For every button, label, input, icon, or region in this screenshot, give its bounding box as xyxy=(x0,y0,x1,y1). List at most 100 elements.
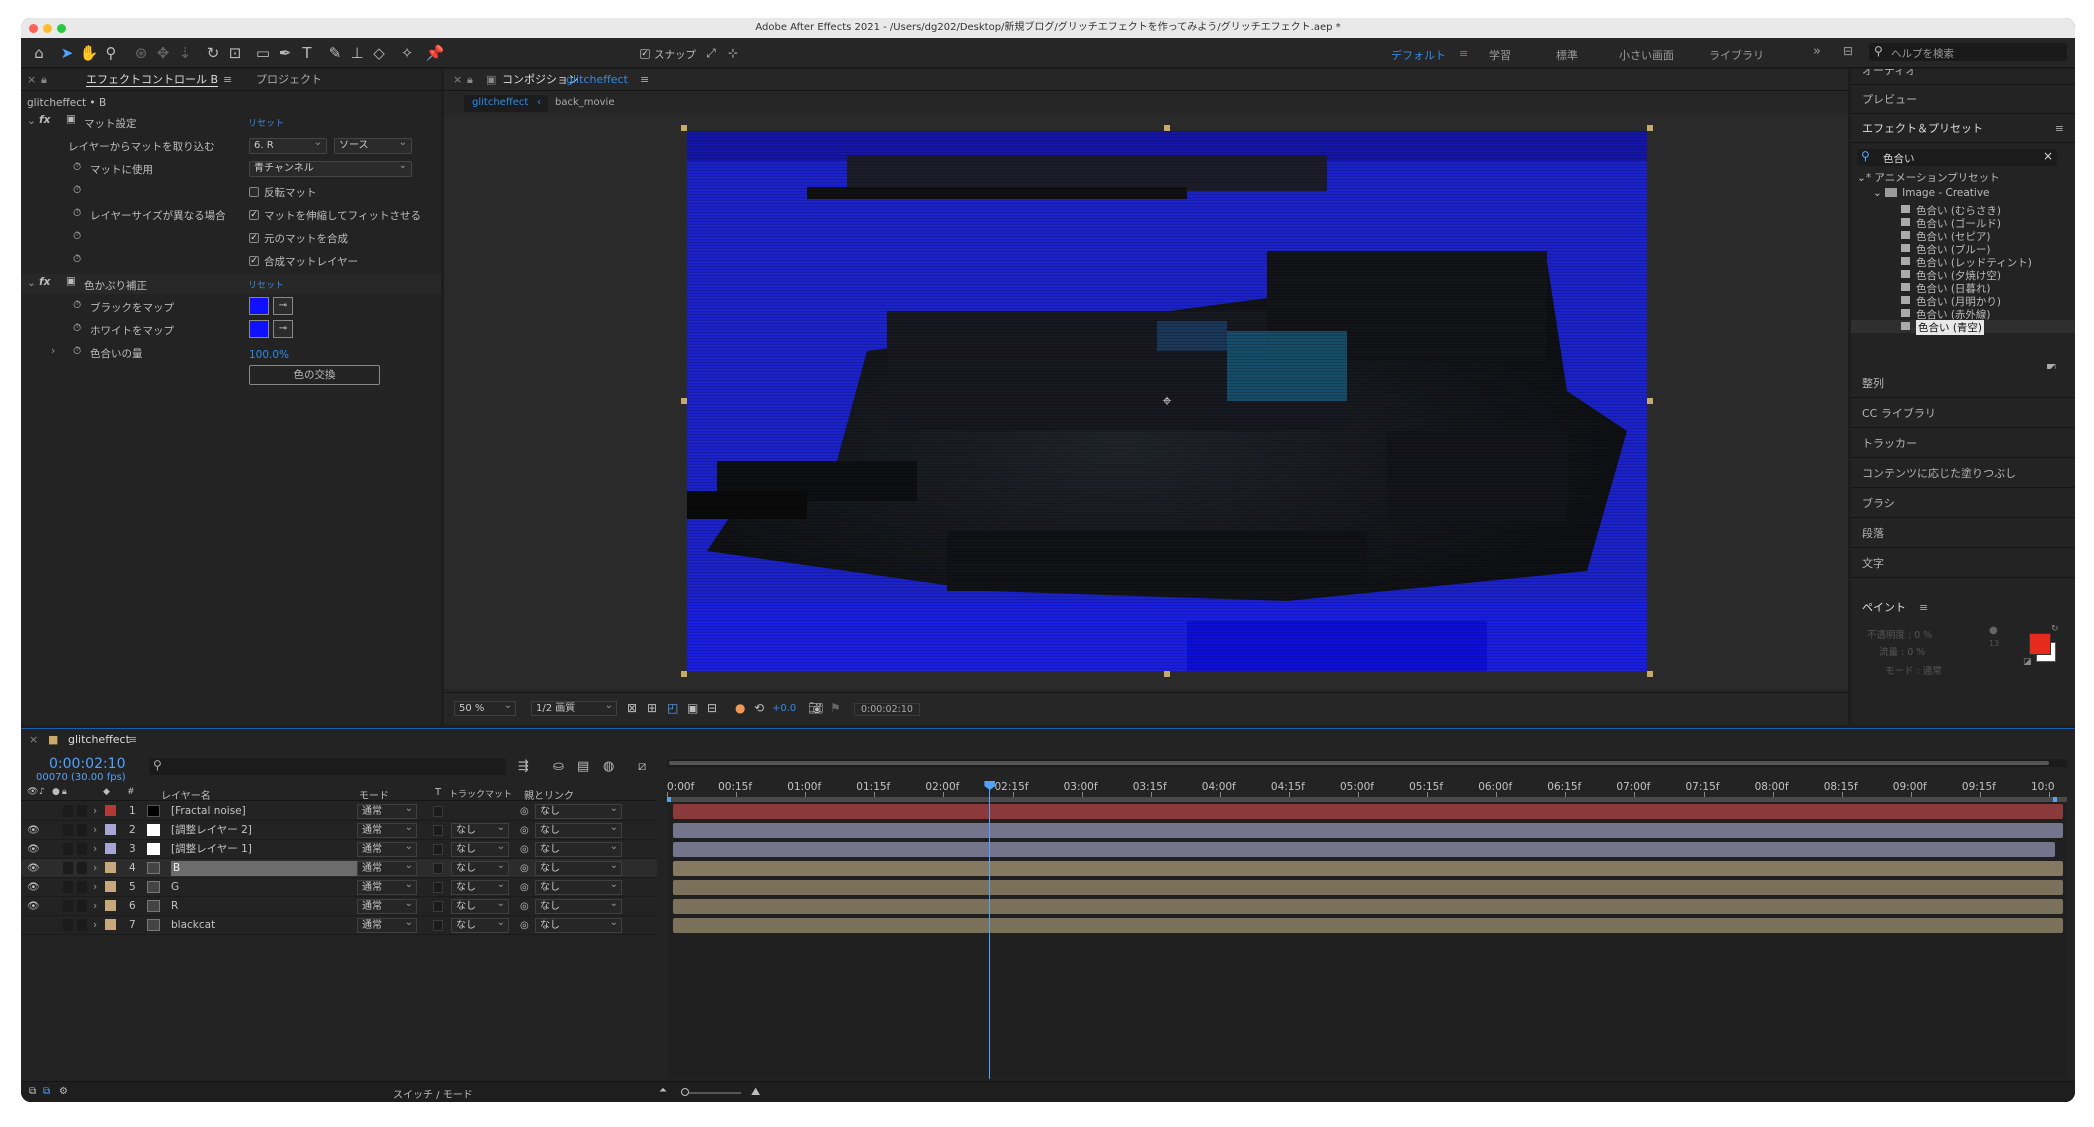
visibility-eye-icon[interactable]: 👁︎ xyxy=(27,842,40,857)
lock-switch[interactable] xyxy=(77,919,87,931)
snapshot-camera-icon[interactable]: 📷︎ xyxy=(808,701,823,715)
parent-link-select[interactable]: なし xyxy=(535,840,622,857)
zoom-select[interactable]: 50 % xyxy=(454,699,516,716)
layer-switches-toggle-icon[interactable]: ⧉ xyxy=(29,1086,36,1097)
track-matte-select[interactable]: なし xyxy=(451,897,509,914)
navigator-range[interactable] xyxy=(669,761,2049,765)
solo-switch[interactable] xyxy=(63,824,73,836)
foreground-color-swatch[interactable] xyxy=(2029,633,2051,655)
layer-name[interactable]: G xyxy=(171,880,179,895)
snap-checkbox[interactable]: ✓ xyxy=(640,49,650,59)
anchor-point-icon[interactable]: ⌖ xyxy=(1155,391,1179,411)
motion-blur-icon[interactable]: ◍ xyxy=(603,759,614,774)
graph-editor-icon[interactable]: ⧄ xyxy=(638,759,646,774)
zoom-in-icon[interactable]: ⛰ xyxy=(751,1085,760,1099)
snap-options-icon[interactable]: ⤢ xyxy=(701,43,721,63)
tree-folder-image-creative[interactable]: ⌄ Image - Creative xyxy=(1873,187,1990,199)
pick-whip-icon[interactable]: ◎ xyxy=(520,842,529,857)
parent-link-select[interactable]: なし xyxy=(535,859,622,876)
transform-handle[interactable] xyxy=(681,671,687,677)
timeline-current-time[interactable]: 0:00:02:10 xyxy=(49,756,126,772)
parent-link-select[interactable]: なし xyxy=(535,878,622,895)
timeline-zoom-slider[interactable] xyxy=(681,1088,741,1096)
lock-switch[interactable] xyxy=(77,843,87,855)
stopwatch-icon[interactable]: ⏱ xyxy=(73,345,81,358)
stopwatch-icon[interactable]: ⏱ xyxy=(73,299,81,312)
preset-item[interactable]: 色合い (赤外線) xyxy=(1851,307,2075,321)
layer-mode-select[interactable]: 通常 xyxy=(357,897,417,914)
workspace-small-screen[interactable]: 小さい画面 xyxy=(1619,47,1674,63)
tree-root-animation-presets[interactable]: ⌄* アニメーションプリセット xyxy=(1857,170,2000,185)
layer-duration-bar[interactable] xyxy=(673,861,2063,876)
close-tab-icon[interactable]: × xyxy=(27,69,36,91)
workspace-libraries[interactable]: ライブラリ xyxy=(1709,47,1764,63)
preserve-transparency-toggle[interactable] xyxy=(433,920,443,931)
transfer-controls-toggle-icon[interactable]: ⧉ xyxy=(43,1086,50,1097)
lock-icon[interactable]: 🔒︎ xyxy=(467,69,473,91)
label-color-swatch[interactable] xyxy=(105,862,116,873)
composite-matte-checkbox[interactable]: ✓ xyxy=(249,233,259,243)
stopwatch-icon[interactable]: ⏱ xyxy=(73,230,81,243)
lock-switch[interactable] xyxy=(77,900,87,912)
panel-paint[interactable]: ペイント ≡ xyxy=(1851,593,2075,619)
layer-row[interactable]: 👁︎ › 5 G 通常 なし ◎ なし xyxy=(21,878,657,897)
lock-switch[interactable] xyxy=(77,881,87,893)
fx-icon[interactable]: fx xyxy=(39,276,50,288)
solo-switch[interactable] xyxy=(63,862,73,874)
workspace-standard[interactable]: 標準 xyxy=(1556,47,1578,63)
pick-whip-icon[interactable]: ◎ xyxy=(520,918,529,933)
preset-item[interactable]: 色合い (セピア) xyxy=(1851,229,2075,243)
panel-effects-presets[interactable]: エフェクト＆プリセット ≡ xyxy=(1851,114,2075,143)
selection-tool-icon[interactable]: ➤ xyxy=(57,43,77,63)
effect2-collapse-chevron-icon[interactable]: ⌄ xyxy=(27,277,36,289)
transform-handle[interactable] xyxy=(1164,671,1170,677)
amount-to-tint-value[interactable]: 100.0% xyxy=(249,349,289,361)
panel-item[interactable]: 文字 xyxy=(1851,549,2075,578)
effects-search-input[interactable]: ⚲ 色合い × xyxy=(1857,149,2057,166)
parent-link-select[interactable]: なし xyxy=(535,802,622,819)
timeline-comp-tab[interactable]: glitcheffect xyxy=(68,729,130,751)
eyedropper-icon[interactable]: ⊸ xyxy=(273,320,293,338)
frame-blending-icon[interactable]: ▤ xyxy=(577,759,589,774)
transform-handle[interactable] xyxy=(1647,125,1653,131)
layer-duration-bar[interactable] xyxy=(673,880,2063,895)
invert-matte-checkbox[interactable] xyxy=(249,187,259,197)
use-matte-select[interactable]: 青チャンネル xyxy=(249,159,412,177)
workspace-default[interactable]: デフォルト xyxy=(1391,47,1446,63)
stopwatch-icon[interactable]: ⏱ xyxy=(73,207,81,220)
layer-name[interactable]: [Fractal noise] xyxy=(171,804,246,819)
workspace-switch-icon[interactable]: ⊟ xyxy=(1843,44,1853,58)
expand-chevron-icon[interactable]: › xyxy=(93,823,97,838)
preset-item[interactable]: 色合い (日暮れ) xyxy=(1851,281,2075,295)
expand-chevron-icon[interactable]: › xyxy=(93,880,97,895)
color-channels-icon[interactable]: ● xyxy=(735,701,745,715)
time-ruler[interactable]: 0:00f 00:15f 01:00f 01:15f 02:00f 02:15f 03:00… xyxy=(667,759,2067,805)
mask-visibility-icon[interactable]: ◰ xyxy=(667,701,678,715)
label-color-swatch[interactable] xyxy=(105,919,116,930)
panel-audio[interactable]: オーディオ xyxy=(1851,69,2075,85)
expand-chevron-icon[interactable]: › xyxy=(93,899,97,914)
parent-link-select[interactable]: なし xyxy=(535,897,622,914)
lock-switch[interactable] xyxy=(77,824,87,836)
paint-mode[interactable]: モード : 通常 xyxy=(1885,663,1942,677)
pan-camera-icon[interactable]: ✥ xyxy=(153,43,173,63)
pick-whip-icon[interactable]: ◎ xyxy=(520,899,529,914)
resolution-select[interactable]: 1/2 画質 xyxy=(531,699,617,716)
panel-item[interactable]: CC ライブラリ xyxy=(1851,399,2075,428)
layer-row[interactable]: 👁︎›1[Fractal noise]通常◎なし xyxy=(21,802,657,821)
panel-menu-icon[interactable]: ≡ xyxy=(128,729,137,751)
solo-switch[interactable] xyxy=(63,881,73,893)
layer-name[interactable]: blackcat xyxy=(171,918,215,933)
zoom-out-icon[interactable]: ⏶ xyxy=(659,1085,667,1096)
region-of-interest-icon[interactable]: ▣ xyxy=(687,701,698,715)
take-matte-source-select[interactable]: ソース xyxy=(334,136,412,154)
paint-flow[interactable]: 流量 : 0 % xyxy=(1879,644,1925,658)
tab-project[interactable]: プロジェクト xyxy=(256,69,322,91)
swap-colors-button[interactable]: 色の交換 xyxy=(249,365,380,385)
expand-chevron-icon[interactable]: › xyxy=(51,345,55,357)
hand-tool-icon[interactable]: ✋ xyxy=(79,43,99,63)
preserve-transparency-toggle[interactable] xyxy=(433,882,443,893)
panel-item[interactable]: トラッカー xyxy=(1851,429,2075,458)
render-time-toggle-icon[interactable]: ⚙ xyxy=(59,1086,68,1097)
layer-duration-bar[interactable] xyxy=(673,804,2063,819)
